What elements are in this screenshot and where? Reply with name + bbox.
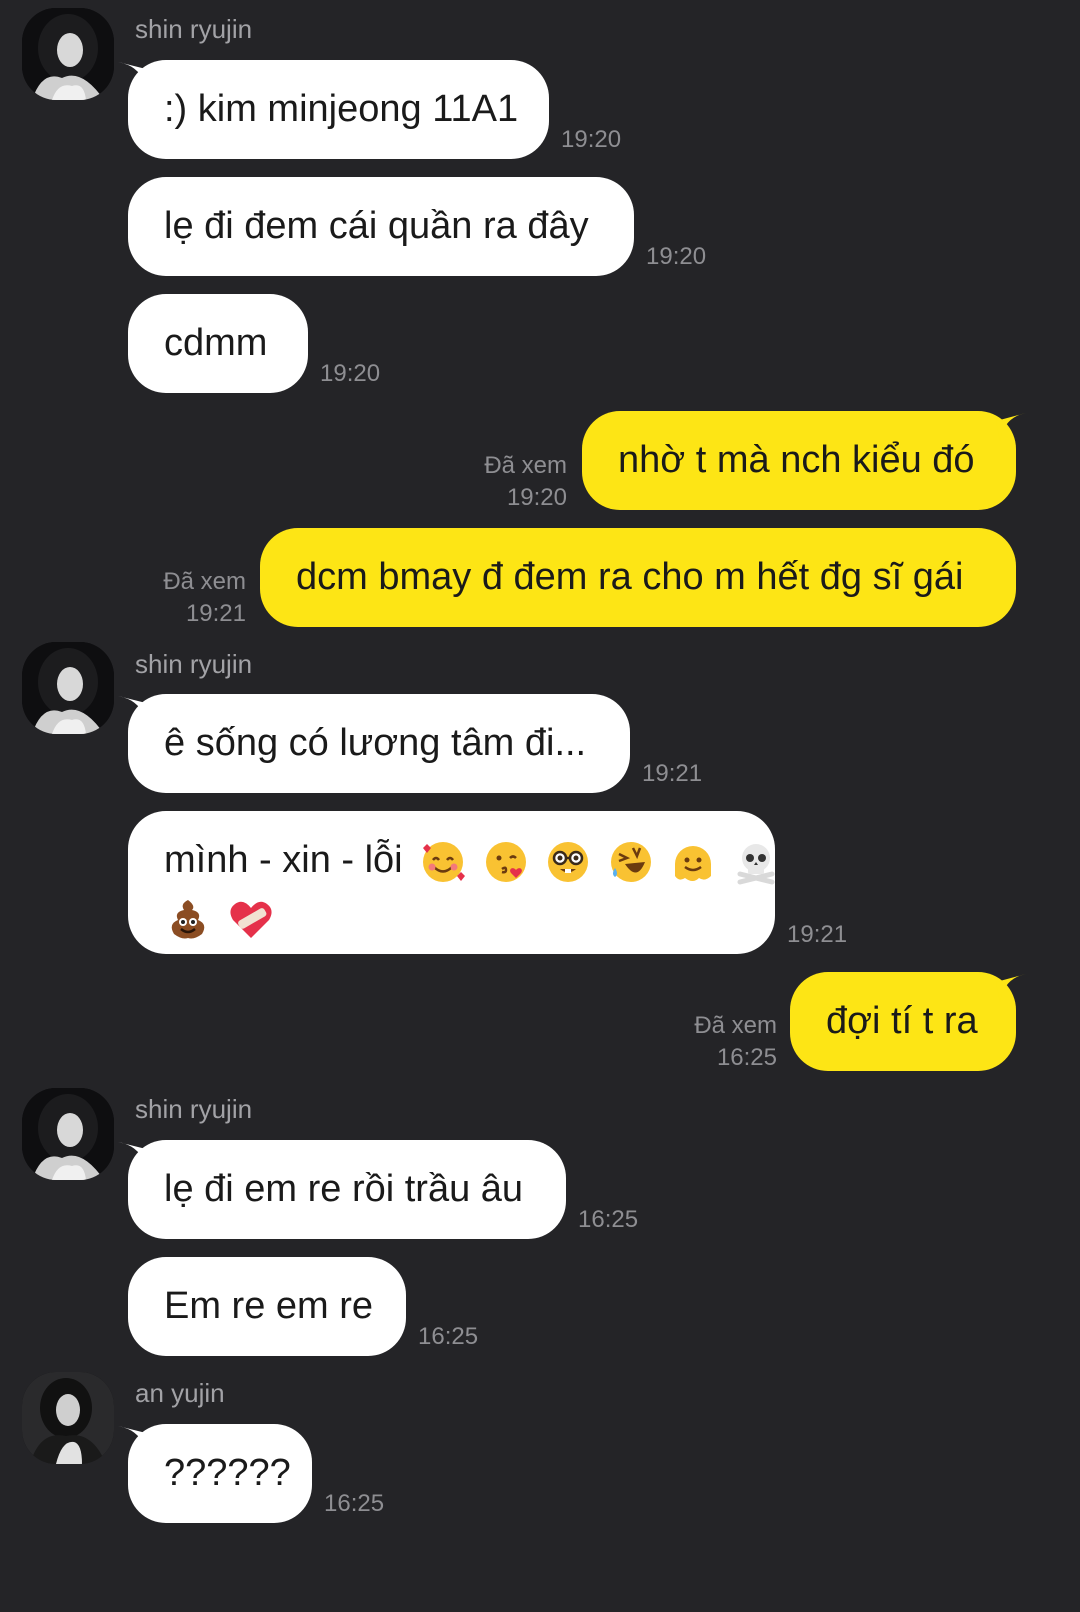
- message-text: dcm bmay đ đem ra cho m hết đg sĩ gái: [296, 556, 964, 598]
- message-time: 19:20: [320, 360, 381, 387]
- message-time: 16:25: [578, 1206, 639, 1233]
- message-time: 19:20: [506, 484, 567, 511]
- message-bubble-incoming[interactable]: Em re em re: [128, 1257, 406, 1356]
- message-text: nhờ t mà nch kiểu đó: [618, 439, 975, 481]
- message-bubble-incoming[interactable]: cdmm: [128, 294, 308, 393]
- mending-heart-icon: [229, 901, 272, 938]
- sender-name: shin ryujin: [135, 14, 253, 44]
- avatar-an-yujin[interactable]: [22, 1372, 114, 1464]
- message-time: 19:20: [646, 243, 707, 270]
- read-status: Đã xem: [694, 1012, 777, 1039]
- face-blowing-kiss-icon: [485, 841, 526, 882]
- message-time: 19:21: [642, 760, 703, 787]
- message-text: đợi tí t ra: [826, 1000, 978, 1042]
- message-bubble-incoming[interactable]: lẹ đi em re rồi trầu âu: [128, 1140, 566, 1239]
- message-time: 16:25: [324, 1490, 385, 1517]
- message-bubble-incoming[interactable]: mình - xin - lỗi: [128, 811, 775, 954]
- read-receipt: Đã xem 19:21: [120, 566, 246, 630]
- message-bubble-incoming[interactable]: ê sống có lương tâm đi...: [128, 694, 630, 793]
- message-time: 19:20: [561, 126, 622, 153]
- message-text: lẹ đi đem cái quần ra đây: [164, 205, 589, 247]
- nerd-face-icon: [548, 841, 589, 882]
- pile-of-poo-icon: [171, 899, 205, 939]
- message-text: ê sống có lương tâm đi...: [164, 722, 587, 764]
- avatar-shin-ryujin[interactable]: [22, 1088, 114, 1180]
- message-bubble-outgoing[interactable]: nhờ t mà nch kiểu đó: [582, 411, 1016, 510]
- read-receipt: Đã xem 19:20: [440, 450, 567, 514]
- message-time: 19:21: [787, 921, 848, 948]
- message-text: lẹ đi em re rồi trầu âu: [164, 1168, 524, 1210]
- message-bubble-outgoing[interactable]: đợi tí t ra: [790, 972, 1016, 1071]
- read-receipt: Đã xem 16:25: [650, 1010, 777, 1074]
- message-text: ??????: [164, 1452, 291, 1494]
- sender-name: shin ryujin: [135, 649, 253, 679]
- sender-name: an yujin: [135, 1378, 225, 1408]
- message-text: mình - xin - lỗi: [164, 839, 403, 881]
- message-bubble-incoming[interactable]: :) kim minjeong 11A1: [128, 60, 549, 159]
- bubble-tail: [996, 974, 1026, 1002]
- message-time: 19:21: [185, 600, 246, 627]
- message-time: 16:25: [418, 1323, 479, 1350]
- message-text: cdmm: [164, 322, 268, 364]
- avatar-shin-ryujin[interactable]: [22, 642, 114, 734]
- message-text: :) kim minjeong 11A1: [164, 88, 519, 130]
- sender-name: shin ryujin: [135, 1094, 253, 1124]
- message-bubble-incoming[interactable]: ??????: [128, 1424, 312, 1523]
- avatar-shin-ryujin[interactable]: [22, 8, 114, 100]
- smiling-face-with-hearts-icon: [423, 841, 466, 882]
- read-status: Đã xem: [163, 568, 246, 595]
- message-text: Em re em re: [164, 1285, 374, 1327]
- message-bubble-incoming[interactable]: lẹ đi đem cái quần ra đây: [128, 177, 634, 276]
- read-status: Đã xem: [484, 452, 567, 479]
- rolling-laughing-face-icon: [610, 841, 651, 882]
- message-bubble-outgoing[interactable]: dcm bmay đ đem ra cho m hết đg sĩ gái: [260, 528, 1016, 627]
- skull-and-crossbones-icon: [737, 843, 775, 885]
- bubble-tail: [996, 413, 1026, 441]
- message-time: 16:25: [716, 1044, 777, 1071]
- melting-face-icon: [675, 845, 712, 881]
